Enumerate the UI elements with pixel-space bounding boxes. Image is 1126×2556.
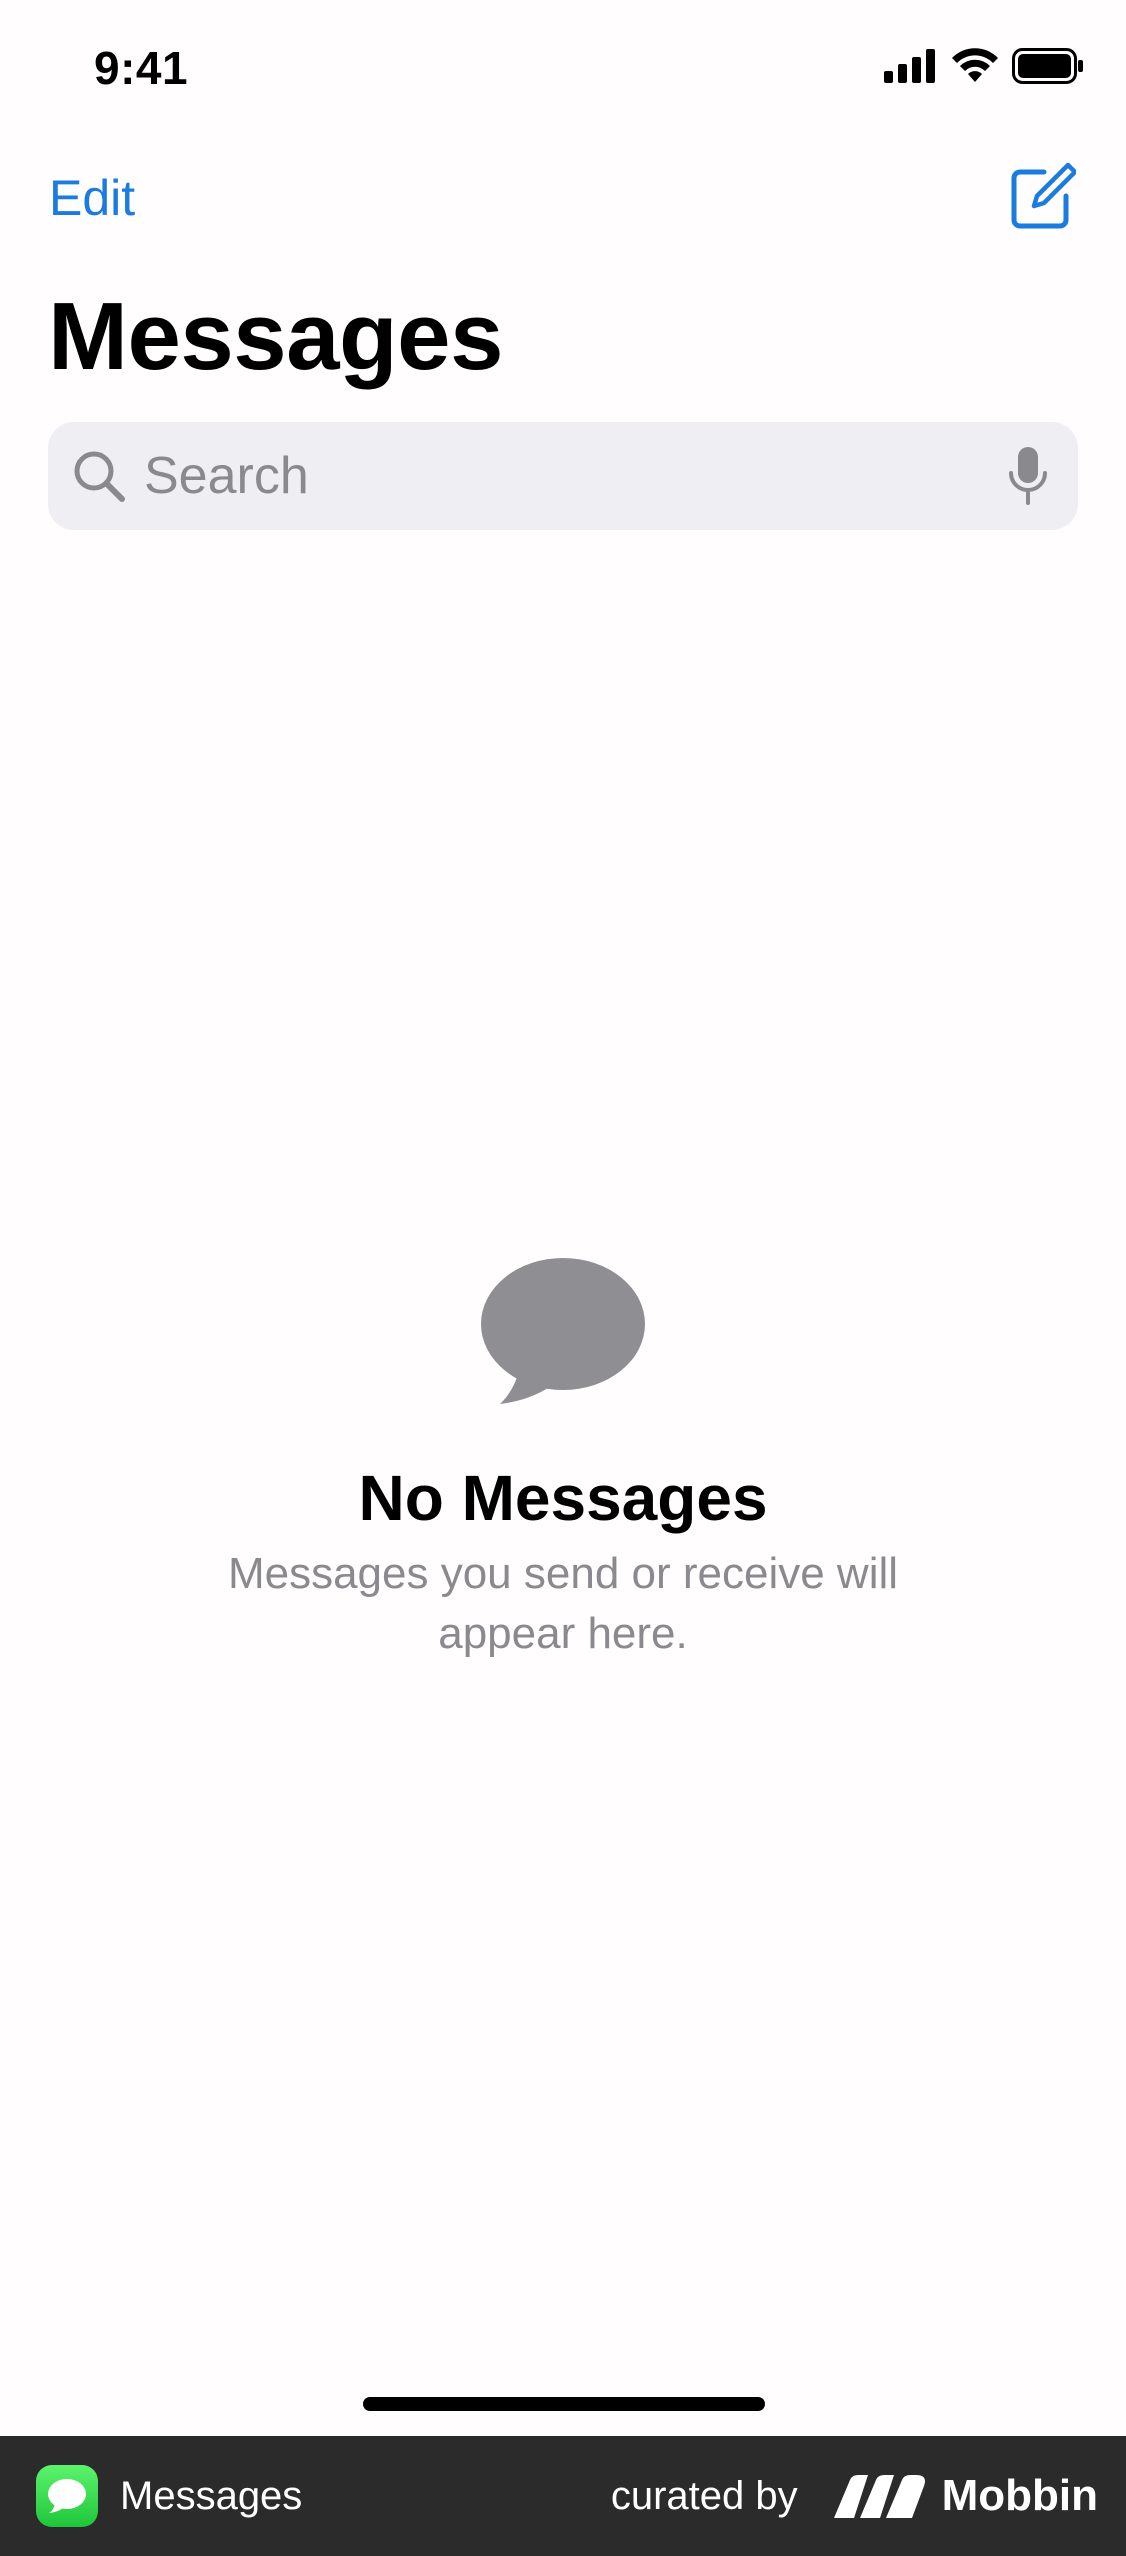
status-time: 9:41 [94,42,189,94]
compose-icon [1011,162,1078,229]
battery-icon [1012,48,1083,84]
search-icon [74,451,125,502]
microphone-icon[interactable] [1008,445,1048,507]
search-input[interactable] [142,421,1008,531]
speech-bubble-icon [481,1258,645,1404]
curated-by-label: curated by [610,2473,798,2518]
search-bar[interactable] [48,421,1078,531]
mobbin-wordmark: Mobbin [941,2471,1098,2520]
mobbin-logo-icon [833,2475,925,2518]
empty-state-title: No Messages [358,1462,768,1534]
messages-app-icon [36,2465,98,2527]
message-bubble-icon [48,2479,86,2513]
empty-state-subtitle: Messages you send or receive will appear… [227,1549,899,1658]
wifi-icon [952,48,998,82]
cellular-signal-icon [884,49,935,83]
edit-button[interactable]: Edit [49,166,135,230]
footer-app-name: Messages [120,2473,303,2518]
home-indicator[interactable] [363,2397,765,2411]
compose-button[interactable] [1010,160,1078,230]
status-icons [884,48,1084,84]
page-title: Messages [48,283,503,390]
footer-credits: curated by Mobbin [611,2436,1098,2556]
footer-bar: Messages curated by Mobbin [0,2436,1126,2556]
